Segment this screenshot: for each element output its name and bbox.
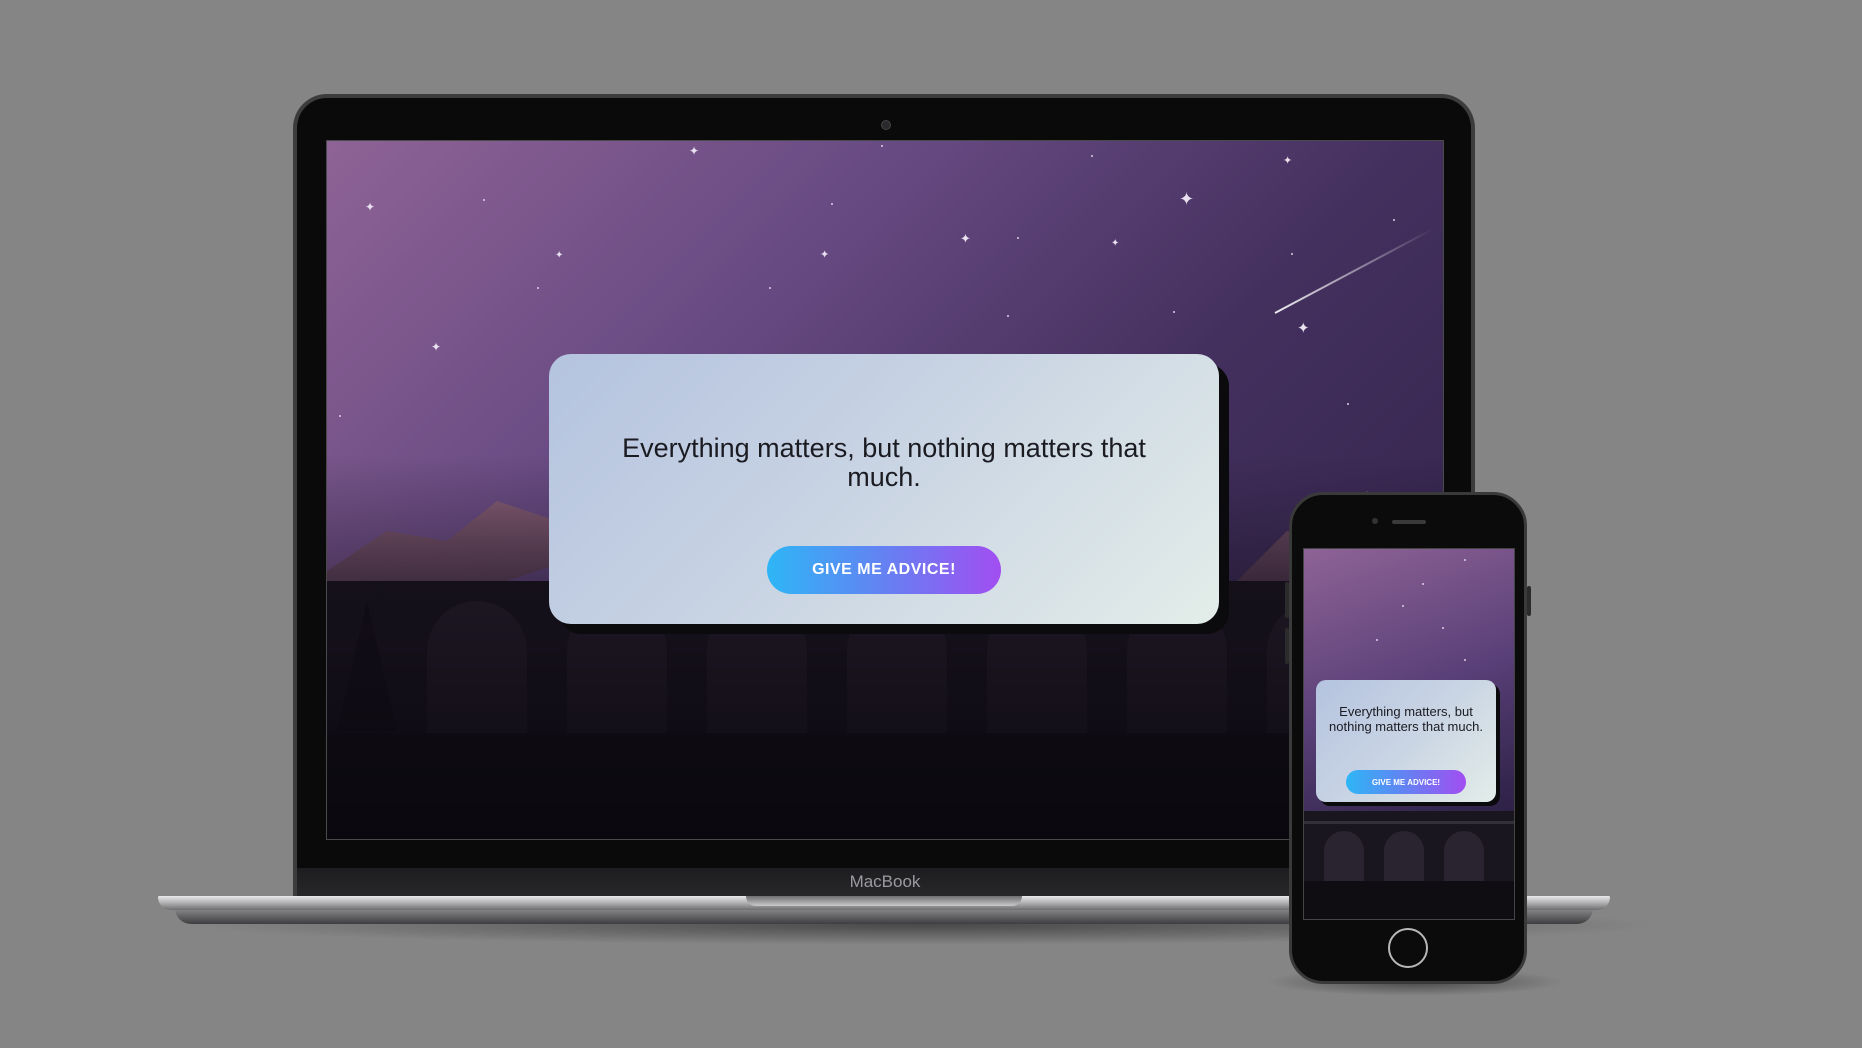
phone-advice-quote: Everything matters, but nothing matters …	[1329, 704, 1483, 734]
phone-camera	[1372, 518, 1378, 524]
laptop-brand-label: MacBook	[849, 872, 921, 891]
phone-power-button	[1527, 586, 1531, 616]
advice-quote: Everything matters, but nothing matters …	[622, 433, 1146, 492]
laptop-camera	[881, 120, 891, 130]
laptop-notch	[746, 896, 1022, 906]
phone-landscape	[1304, 811, 1514, 919]
give-advice-button[interactable]: GIVE ME ADVICE!	[767, 546, 1001, 594]
phone-home-button[interactable]	[1388, 928, 1428, 968]
phone-screen: Everything matters, but nothing matters …	[1303, 548, 1515, 920]
star-dot	[1422, 583, 1424, 585]
star-dot	[1376, 639, 1378, 641]
phone-give-advice-button[interactable]: GIVE ME ADVICE!	[1346, 770, 1466, 794]
advice-card: Everything matters, but nothing matters …	[549, 354, 1219, 624]
phone-speaker	[1392, 520, 1426, 524]
star-dot	[1442, 627, 1444, 629]
star-dot	[1402, 605, 1404, 607]
laptop-screen: ✦ ✦ ✦ ✦ ✦ ✦ ✦ ✦ ✦ ✦	[326, 140, 1444, 840]
star-dot	[1464, 659, 1466, 661]
star-dot	[1464, 559, 1466, 561]
phone-advice-card: Everything matters, but nothing matters …	[1316, 680, 1496, 802]
